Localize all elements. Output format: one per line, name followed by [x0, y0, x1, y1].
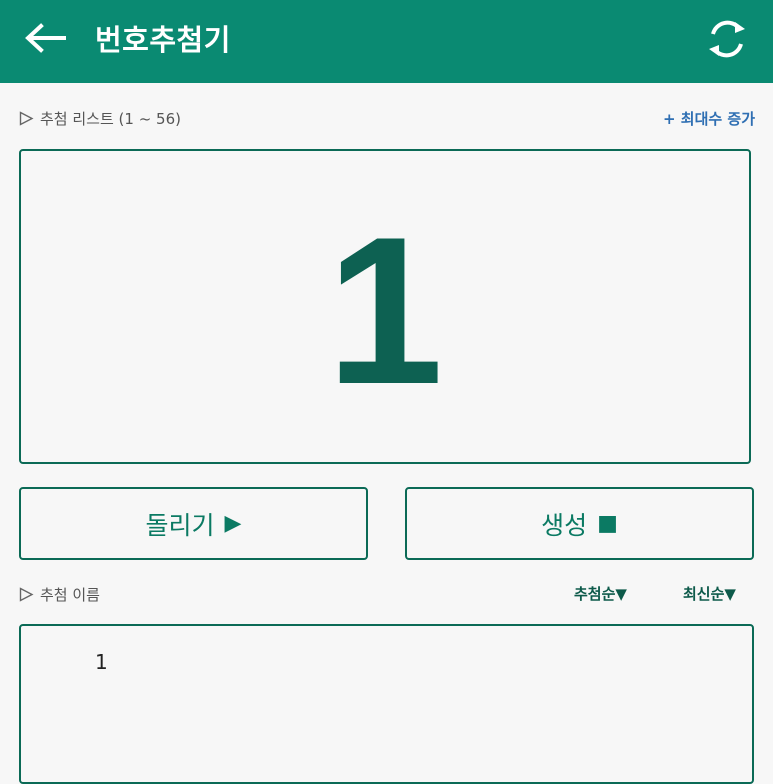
sort-draw-order-button[interactable]: 추첨순▼	[574, 583, 627, 604]
page-title: 번호추첨기	[95, 23, 231, 57]
generate-button[interactable]: 생성 ■	[405, 487, 754, 560]
spin-button[interactable]: 돌리기 ▶	[19, 487, 368, 560]
refresh-icon	[709, 20, 745, 58]
names-list: 1	[19, 624, 754, 784]
app-bar: 번호추첨기	[0, 0, 773, 83]
names-label-text: 추첨 이름	[40, 586, 100, 604]
refresh-button[interactable]	[700, 12, 754, 66]
draw-list-label-text: 추첨 리스트 (1 ~ 56)	[40, 110, 181, 128]
back-button[interactable]	[22, 18, 70, 58]
draw-list-label: 추첨 리스트 (1 ~ 56)	[19, 108, 181, 129]
triangle-right-icon	[19, 111, 34, 126]
names-label: 추첨 이름	[19, 584, 100, 605]
number-display: 1	[19, 149, 751, 464]
spin-button-label: 돌리기	[145, 510, 215, 540]
arrow-left-icon	[25, 23, 66, 53]
generate-button-label: 생성	[541, 510, 588, 540]
sort-latest-button[interactable]: 최신순▼	[683, 583, 736, 604]
triangle-right-icon	[19, 587, 34, 602]
list-item: 1	[95, 650, 108, 674]
current-number: 1	[326, 192, 444, 428]
add-max-button[interactable]: + 최대수 증가	[663, 108, 755, 129]
stop-icon: ■	[597, 511, 618, 536]
play-icon: ▶	[224, 511, 242, 536]
